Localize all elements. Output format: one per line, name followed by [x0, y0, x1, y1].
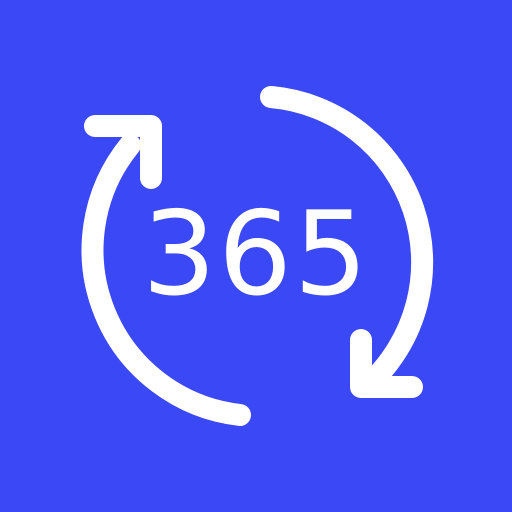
app-icon[interactable]: 365	[0, 0, 512, 512]
icon-number-text: 365	[142, 187, 370, 322]
